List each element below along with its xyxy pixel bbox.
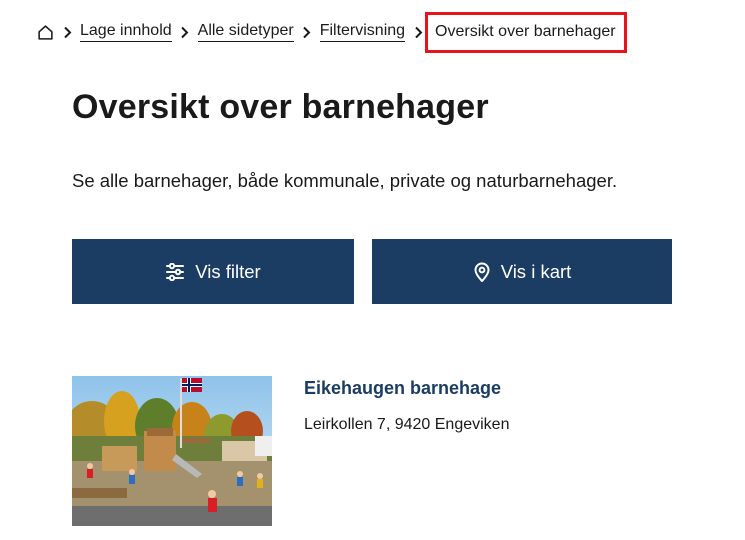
show-filter-label: Vis filter [195,260,261,282]
show-map-label: Vis i kart [500,260,572,282]
breadcrumb-item-lage-innhold[interactable]: Lage innhold [80,22,172,42]
kindergarten-address: Leirkollen 7, 9420 Engeviken [304,416,510,433]
home-icon[interactable] [36,23,54,41]
breadcrumb-item-filtervisning[interactable]: Filtervisning [319,22,406,42]
sliders-icon [165,262,185,281]
kindergarten-photo[interactable] [72,376,272,526]
breadcrumb: Lage innhold Alle sidetyper Filtervisnin… [36,11,627,53]
chevron-right-icon [172,26,198,39]
page: Lage innhold Alle sidetyper Filtervisnin… [0,0,745,540]
chevron-right-icon [294,26,320,39]
page-lead: Se alle barnehager, både kommunale, priv… [72,170,618,191]
show-filter-button[interactable]: Vis filter [72,239,354,304]
show-map-button[interactable]: Vis i kart [372,239,672,304]
page-title: Oversikt over barnehager [72,88,489,126]
chevron-right-icon [54,26,80,39]
kindergarten-name-link[interactable]: Eikehaugen barnehage [304,378,501,399]
breadcrumb-item-alle-sidetyper[interactable]: Alle sidetyper [197,22,294,42]
map-pin-icon [473,262,491,282]
breadcrumb-current: Oversikt over barnehager [425,11,627,53]
